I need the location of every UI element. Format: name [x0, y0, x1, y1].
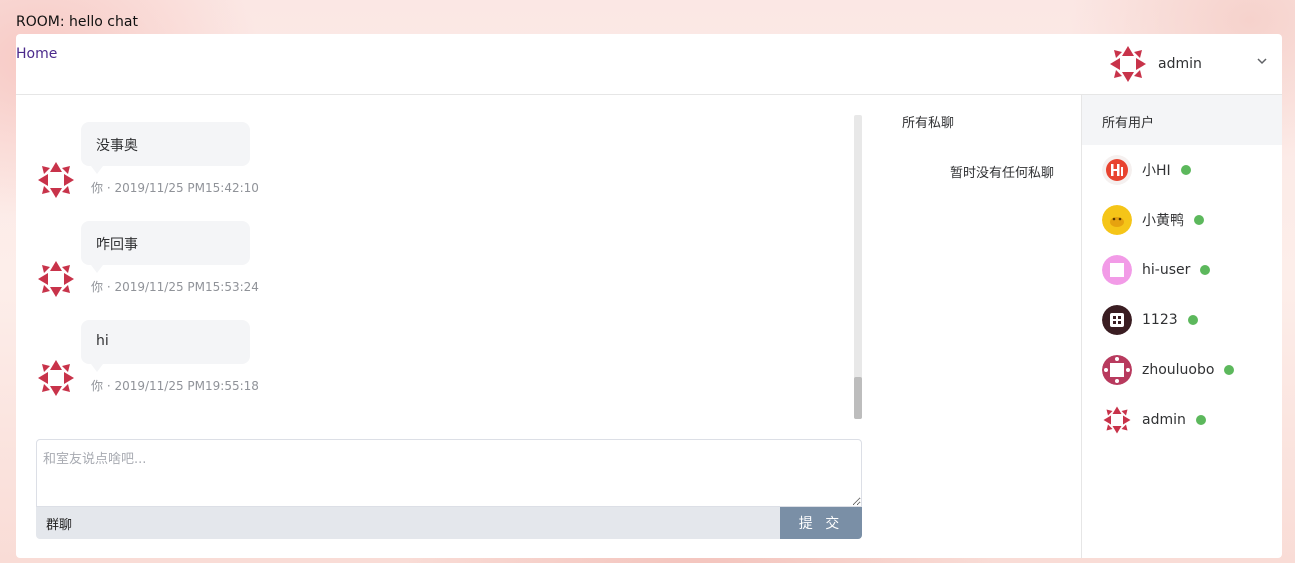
- user-name: hi-user: [1142, 262, 1191, 278]
- user-avatar: [1108, 44, 1148, 84]
- message-item: hi 你 · 2019/11/25 PM19:55:18: [36, 320, 296, 400]
- admin-avatar-icon: [1102, 405, 1132, 435]
- message-avatar: [36, 358, 76, 398]
- message-input[interactable]: [36, 439, 862, 507]
- user-name: 1123: [1142, 312, 1178, 328]
- user-item[interactable]: zhouluobo: [1102, 354, 1272, 386]
- room-title: ROOM: hello chat: [16, 14, 138, 30]
- chat-mode-label: 群聊: [46, 518, 73, 533]
- message-scrollbar[interactable]: [854, 115, 862, 419]
- message-bubble: hi: [81, 320, 250, 372]
- message-composer: 群聊 提 交: [36, 439, 862, 539]
- message-bubble: 没事奥: [81, 122, 250, 174]
- message-meta: 你 · 2019/11/25 PM19:55:18: [91, 379, 259, 393]
- user-name: zhouluobo: [1142, 362, 1215, 378]
- chevron-down-icon[interactable]: [1256, 55, 1268, 70]
- online-status-dot: [1195, 415, 1206, 425]
- current-user-name: admin: [1158, 56, 1202, 72]
- online-status-dot: [1180, 165, 1191, 175]
- message-item: 咋回事 你 · 2019/11/25 PM15:53:24: [36, 221, 296, 301]
- users-title: 所有用户: [1082, 95, 1282, 145]
- scrollbar-thumb[interactable]: [854, 377, 862, 419]
- online-status-dot: [1200, 265, 1211, 275]
- private-chats-empty: 暂时没有任何私聊: [949, 166, 1054, 181]
- users-panel: 所有用户 小HI 小黄鸭 hi-user 1123 zhouluobo admi…: [1081, 95, 1282, 558]
- message-bubble: 咋回事: [81, 221, 250, 273]
- user-item[interactable]: hi-user: [1102, 254, 1272, 286]
- duck-avatar-icon: [1102, 205, 1132, 235]
- user-name: admin: [1142, 412, 1186, 428]
- message-avatar: [36, 160, 76, 200]
- user-name: 小HI: [1142, 163, 1171, 179]
- user-item[interactable]: 小HI: [1102, 154, 1272, 186]
- home-link[interactable]: Home: [16, 46, 57, 62]
- chat-panel: Home admin 没事奥 你 · 2019/11/25 PM15:42:10…: [16, 34, 1282, 558]
- dice-avatar-icon: [1102, 305, 1132, 335]
- private-chats-panel: 所有私聊 暂时没有任何私聊: [882, 95, 1082, 558]
- square-avatar-icon: [1102, 255, 1132, 285]
- message-avatar: [36, 259, 76, 299]
- message-item: 没事奥 你 · 2019/11/25 PM15:42:10: [36, 122, 296, 202]
- message-meta: 你 · 2019/11/25 PM15:42:10: [91, 181, 259, 195]
- user-item[interactable]: 小黄鸭: [1102, 204, 1272, 236]
- user-menu[interactable]: admin: [1108, 43, 1268, 85]
- admin-avatar-graphic: [1108, 44, 1148, 84]
- hi-logo-icon: [1102, 155, 1132, 185]
- top-header: Home admin: [16, 34, 1282, 95]
- submit-button[interactable]: 提 交: [780, 507, 862, 539]
- composer-bar: 群聊 提 交: [36, 507, 862, 539]
- private-chats-title: 所有私聊: [902, 116, 955, 131]
- online-status-dot: [1187, 315, 1198, 325]
- online-status-dot: [1224, 365, 1235, 375]
- message-list[interactable]: 没事奥 你 · 2019/11/25 PM15:42:10 咋回事 你 · 20…: [36, 115, 862, 419]
- pattern-avatar-icon: [1102, 355, 1132, 385]
- user-name: 小黄鸭: [1142, 213, 1184, 229]
- online-status-dot: [1194, 215, 1204, 225]
- user-item[interactable]: admin: [1102, 404, 1272, 436]
- message-meta: 你 · 2019/11/25 PM15:53:24: [91, 280, 259, 294]
- user-item[interactable]: 1123: [1102, 304, 1272, 336]
